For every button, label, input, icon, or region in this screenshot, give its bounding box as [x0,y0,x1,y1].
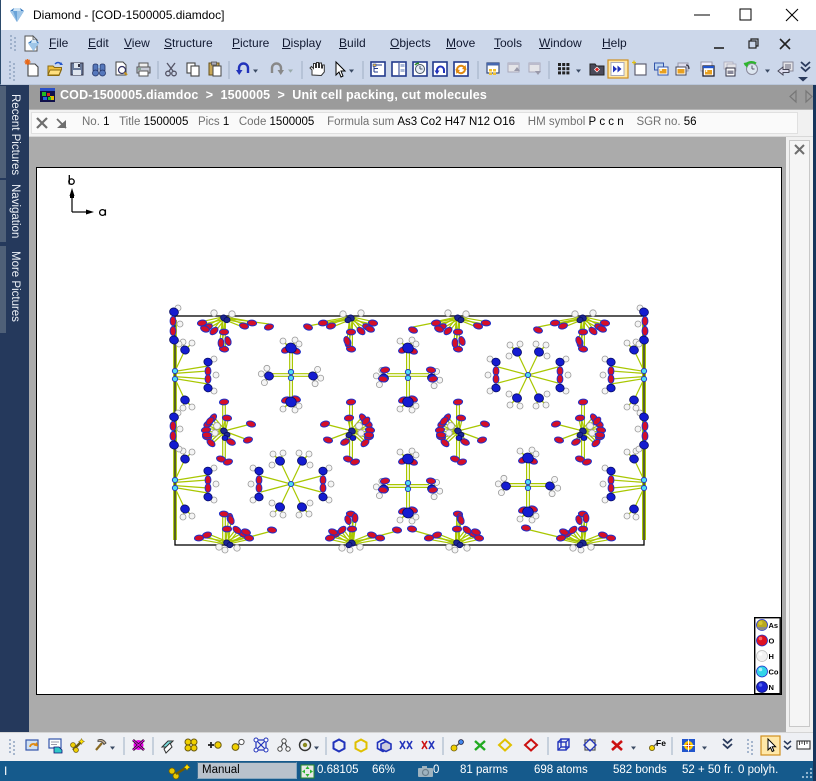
svg-text:As: As [769,621,779,630]
svg-text:Co: Co [769,668,779,677]
svg-text:N: N [769,683,774,692]
svg-text:O: O [769,637,775,646]
svg-text:H: H [769,652,774,661]
svg-text:Fe: Fe [656,738,666,748]
